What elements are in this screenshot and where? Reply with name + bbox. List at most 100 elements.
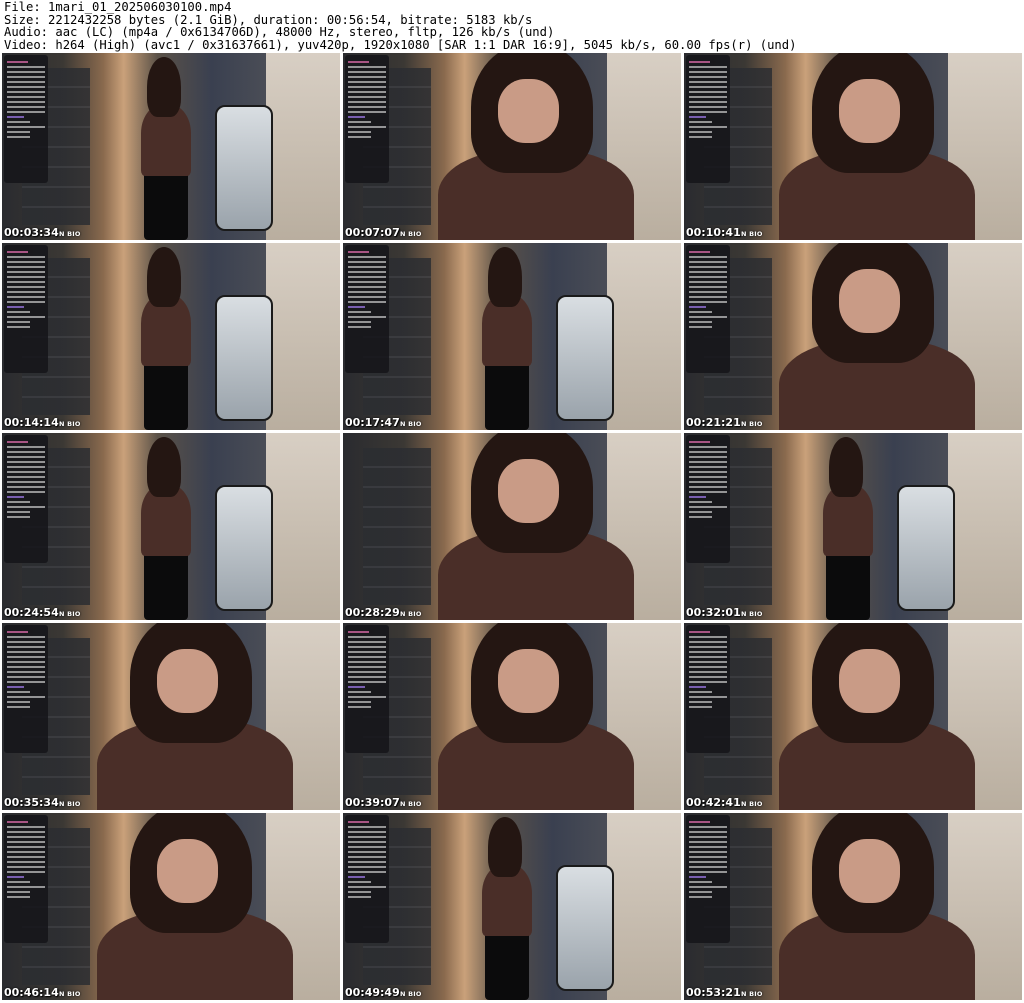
overlay-line <box>348 686 366 688</box>
overlay-line <box>348 286 386 288</box>
overlay-line <box>689 631 710 633</box>
thumbnail-timestamp: 00:07:07 <box>345 226 400 239</box>
thumbnail-timestamp: 00:03:34 <box>4 226 59 239</box>
tip-menu-overlay <box>686 815 730 943</box>
video-thumbnail[interactable]: 00:42:41 N BIO <box>684 623 1022 810</box>
background-wall <box>606 243 681 430</box>
video-thumbnail[interactable]: 00:17:47 N BIO <box>343 243 681 430</box>
overlay-line <box>7 501 30 503</box>
overlay-line <box>348 841 386 843</box>
video-thumbnail[interactable]: 00:07:07 N BIO <box>343 53 681 240</box>
background-shelf <box>363 447 431 606</box>
overlay-line <box>689 866 727 868</box>
overlay-line <box>689 91 727 93</box>
overlay-line <box>7 866 45 868</box>
overlay-line <box>689 61 710 63</box>
person-skirt <box>484 360 529 430</box>
thumbnail-bio-text: N BIO <box>59 420 81 428</box>
thumbnail-bio-text: N BIO <box>400 610 422 618</box>
person-face <box>157 649 219 713</box>
overlay-line <box>689 66 727 68</box>
overlay-line <box>348 101 386 103</box>
overlay-line <box>7 691 30 693</box>
overlay-line <box>348 76 386 78</box>
overlay-line <box>348 81 386 83</box>
overlay-line <box>7 651 45 653</box>
overlay-line <box>689 466 727 468</box>
overlay-line <box>689 886 727 888</box>
overlay-line <box>689 291 727 293</box>
overlay-line <box>689 456 727 458</box>
thumbnail-bio-text: N BIO <box>59 990 81 998</box>
overlay-line <box>7 471 45 473</box>
video-thumbnail[interactable]: 00:46:14 N BIO <box>2 813 340 1000</box>
overlay-line <box>689 286 727 288</box>
overlay-line <box>689 136 712 138</box>
thumbnail-bio-text: N BIO <box>400 230 422 238</box>
overlay-line <box>7 491 45 493</box>
thumbnail-bio-text: N BIO <box>59 610 81 618</box>
overlay-line <box>689 856 727 858</box>
thumbnail-timestamp: 00:42:41 <box>686 796 741 809</box>
video-thumbnail[interactable]: 00:39:07 N BIO <box>343 623 681 810</box>
overlay-line <box>7 656 45 658</box>
overlay-line <box>348 106 386 108</box>
video-thumbnail[interactable]: 00:21:21 N BIO <box>684 243 1022 430</box>
overlay-line <box>348 96 386 98</box>
person-face <box>498 79 560 143</box>
overlay-line <box>689 841 727 843</box>
overlay-line <box>7 831 45 833</box>
overlay-line <box>348 301 386 303</box>
overlay-line <box>7 126 45 128</box>
overlay-line <box>689 251 710 253</box>
mirror <box>555 295 615 421</box>
overlay-line <box>7 456 45 458</box>
overlay-line <box>689 76 727 78</box>
mirror <box>214 485 274 611</box>
video-thumbnail[interactable]: 00:49:49 N BIO <box>343 813 681 1000</box>
overlay-line <box>7 251 28 253</box>
video-thumbnail[interactable]: 00:03:34 N BIO <box>2 53 340 240</box>
person-hair <box>829 436 864 497</box>
overlay-line <box>7 851 45 853</box>
overlay-line <box>689 256 727 258</box>
thumbnail-bio-text: N BIO <box>741 990 763 998</box>
overlay-line <box>348 696 386 698</box>
thumbnail-bio-text: N BIO <box>400 800 422 808</box>
file-info-header: File: 1mari_01_202506030100.mp4 Size: 22… <box>4 1 1020 51</box>
tip-menu-overlay <box>686 625 730 753</box>
overlay-line <box>348 116 366 118</box>
video-thumbnail[interactable]: 00:53:21 N BIO <box>684 813 1022 1000</box>
overlay-line <box>348 321 371 323</box>
overlay-line <box>689 296 727 298</box>
video-thumbnail[interactable]: 00:28:29 N BIO <box>343 433 681 620</box>
overlay-line <box>689 686 707 688</box>
video-thumbnail[interactable]: 00:14:14 N BIO <box>2 243 340 430</box>
overlay-line <box>7 276 45 278</box>
overlay-line <box>348 281 386 283</box>
video-thumbnail[interactable]: 00:10:41 N BIO <box>684 53 1022 240</box>
overlay-line <box>7 511 30 513</box>
overlay-line <box>348 666 386 668</box>
mirror <box>896 485 956 611</box>
person-hair <box>488 246 523 307</box>
thumbnail-grid: 00:03:34 N BIO 00:07:07 N BIO 00:10:41 N BIO 0… <box>2 53 1022 1000</box>
overlay-line <box>7 271 45 273</box>
mirror <box>214 295 274 421</box>
overlay-line <box>7 701 30 703</box>
overlay-line <box>348 676 386 678</box>
background-wall <box>265 53 340 240</box>
overlay-line <box>689 271 727 273</box>
background-wall <box>265 243 340 430</box>
overlay-line <box>7 636 45 638</box>
video-thumbnail[interactable]: 00:24:54 N BIO <box>2 433 340 620</box>
video-thumbnail[interactable]: 00:35:34 N BIO <box>2 623 340 810</box>
overlay-line <box>348 296 386 298</box>
tip-menu-overlay <box>345 55 389 183</box>
thumbnail-timestamp: 00:35:34 <box>4 796 59 809</box>
overlay-line <box>7 321 30 323</box>
overlay-line <box>689 501 712 503</box>
tip-menu-overlay <box>345 245 389 373</box>
overlay-line <box>689 261 727 263</box>
video-thumbnail[interactable]: 00:32:01 N BIO <box>684 433 1022 620</box>
